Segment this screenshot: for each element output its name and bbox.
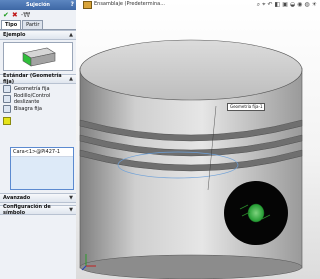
display-style-icon[interactable]: ◒ [290, 1, 295, 9]
section-avanzado-header[interactable]: Avanzado ▼ [0, 193, 76, 203]
fixed-geometry-icon [3, 85, 11, 93]
piston-bottom-edge [79, 254, 303, 279]
selection-item[interactable]: Cara<1>@Pi427-1 [11, 148, 73, 157]
tab-tipo[interactable]: Tipo [1, 20, 22, 29]
piston-model[interactable] [76, 0, 320, 279]
chevron-up-icon[interactable]: ▲ [69, 76, 73, 82]
zoom-to-fit-icon[interactable]: ⌕ [257, 1, 260, 9]
piston-top-face [79, 39, 303, 101]
document-title: Ensamblaje (Predetermina... [94, 1, 165, 7]
graphics-area[interactable]: Ensamblaje (Predetermina... ⌕ ⌖ ↶ ◧ ▣ ◒ … [76, 0, 320, 279]
chevron-up-icon[interactable]: ▲ [69, 32, 73, 38]
zoom-area-icon[interactable]: ⌖ [262, 1, 265, 9]
view-orientation-icon[interactable]: ▣ [282, 1, 288, 9]
roller-slider-label: Rodillo/Control deslizante [13, 93, 51, 105]
section-estandar-label: Estándar (Geometría fija) [3, 73, 62, 85]
pin-face [247, 203, 265, 223]
ok-button[interactable]: ✔ [3, 11, 9, 19]
section-ejemplo-header[interactable]: Ejemplo ▲ [0, 30, 76, 40]
roller-slider-icon [3, 95, 11, 103]
fixed-geometry-label: Geometría fija [14, 86, 50, 92]
assembly-icon [83, 1, 92, 9]
tab-partir[interactable]: Partir [22, 20, 44, 29]
panel-titlebar: Sujeción ? [0, 0, 76, 10]
fixture-callout: Geometría fija-1 [227, 103, 266, 111]
cancel-button[interactable]: ✖ [12, 11, 18, 19]
selection-list[interactable]: Cara<1>@Pi427-1 [10, 147, 74, 190]
section-avanzado-label: Avanzado [3, 195, 31, 201]
heads-up-toolbar: ⌕ ⌖ ↶ ◧ ▣ ◒ ◉ ◍ ☀ [257, 1, 317, 9]
section-ejemplo-label: Ejemplo [3, 32, 26, 38]
edit-appearance-icon[interactable]: ◍ [304, 1, 309, 9]
fixed-hinge-icon [3, 105, 11, 113]
panel-tabs: Tipo Partir [0, 20, 76, 30]
section-estandar-header[interactable]: Estándar (Geometría fija) ▲ [0, 73, 76, 85]
property-manager: Sujeción ? ✔ ✖ -₩ Tipo Partir Ejemplo ▲ … [0, 0, 77, 279]
help-icon[interactable]: ? [71, 1, 74, 8]
example-preview [3, 42, 73, 71]
chevron-down-icon[interactable]: ▼ [69, 207, 73, 213]
fixed-block-example-image [22, 47, 56, 67]
hide-show-icon[interactable]: ◉ [297, 1, 302, 9]
section-view-icon[interactable]: ◧ [275, 1, 281, 9]
roller-slider-option[interactable]: Rodillo/Control deslizante [0, 93, 76, 105]
section-simbolo-label: Configuración de símbolo [3, 204, 51, 216]
previous-view-icon[interactable]: ↶ [267, 1, 272, 9]
fixed-hinge-option[interactable]: Bisagra fija [0, 104, 76, 114]
fixed-hinge-label: Bisagra fija [14, 106, 42, 112]
scene-icon[interactable]: ☀ [312, 1, 317, 9]
face-selection-icon [3, 117, 11, 125]
panel-actions: ✔ ✖ -₩ [0, 10, 76, 20]
panel-title: Sujeción [26, 2, 50, 8]
pin-button[interactable]: -₩ [21, 11, 30, 19]
chevron-down-icon[interactable]: ▼ [69, 195, 73, 201]
section-simbolo-header[interactable]: Configuración de símbolo ▼ [0, 204, 76, 216]
